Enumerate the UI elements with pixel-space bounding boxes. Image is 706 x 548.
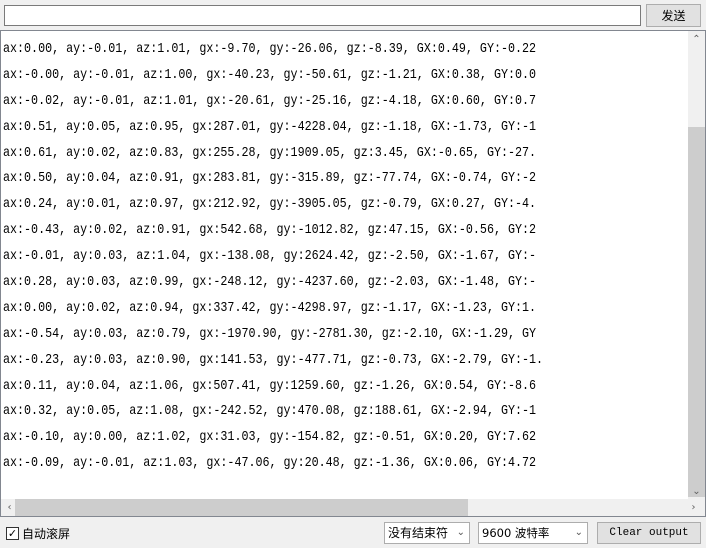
- send-input[interactable]: [4, 5, 641, 26]
- chevron-down-icon: ⌄: [456, 527, 465, 538]
- line-ending-select[interactable]: 没有结束符 ⌄: [384, 522, 470, 544]
- line-ending-value: 没有结束符: [388, 526, 449, 540]
- bottom-bar: ✓ 自动滚屏 没有结束符 ⌄ 9600 波特率 ⌄ Clear output: [0, 517, 706, 548]
- send-button[interactable]: 发送: [646, 4, 701, 27]
- autoscroll-checkbox[interactable]: ✓ 自动滚屏: [6, 525, 70, 542]
- serial-output: ax:0.00, ay:-0.01, az:1.01, gx:-9.70, gy…: [0, 30, 706, 517]
- scroll-right-icon[interactable]: ›: [685, 499, 702, 516]
- output-line: ax:-0.09, ay:-0.01, az:1.03, gx:-47.06, …: [3, 454, 537, 471]
- horizontal-scroll-thumb[interactable]: [15, 499, 468, 516]
- clear-output-button[interactable]: Clear output: [597, 522, 701, 544]
- output-lines: ax:0.00, ay:-0.01, az:1.01, gx:-9.70, gy…: [3, 35, 688, 505]
- baud-rate-select[interactable]: 9600 波特率 ⌄: [478, 522, 588, 544]
- vertical-scrollbar[interactable]: ⌃ ⌄: [688, 31, 705, 500]
- checkbox-checked-icon[interactable]: ✓: [6, 527, 19, 540]
- baud-rate-value: 9600 波特率: [482, 526, 550, 540]
- horizontal-scrollbar[interactable]: ‹ ›: [1, 499, 705, 516]
- scroll-down-icon[interactable]: ⌄: [688, 483, 705, 500]
- scroll-up-icon[interactable]: ⌃: [688, 31, 705, 48]
- autoscroll-label: 自动滚屏: [22, 527, 71, 541]
- chevron-down-icon: ⌄: [574, 527, 583, 538]
- vertical-scroll-thumb[interactable]: [688, 127, 705, 497]
